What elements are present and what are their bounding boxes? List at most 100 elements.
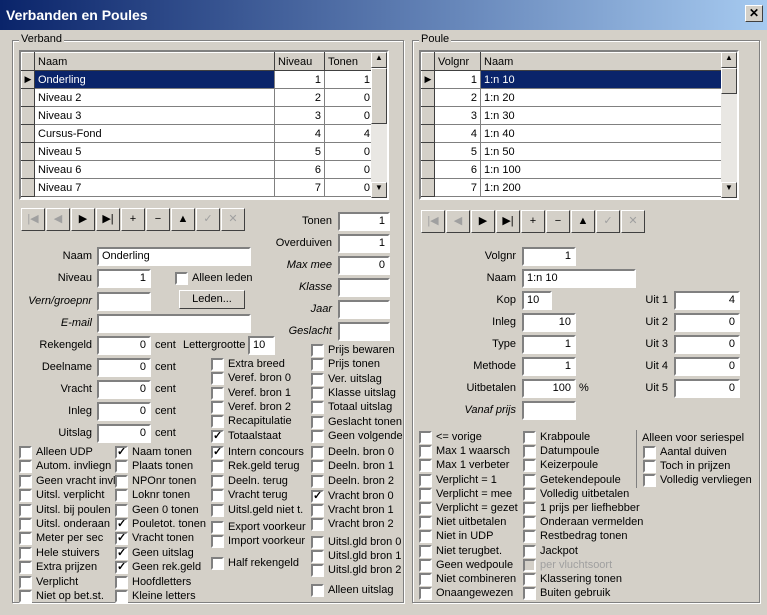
alleen-leden-checkbox[interactable]: Alleen leden [175, 272, 253, 286]
uit5-input[interactable]: 0 [674, 379, 740, 398]
checkbox-geen-uitslag[interactable]: ✓ Geen uitslag [115, 546, 194, 561]
cell-naam[interactable]: 1:n 10 [480, 70, 724, 89]
cell-niveau[interactable]: 5 [274, 142, 325, 161]
first-record-icon[interactable]: |◀ [21, 208, 45, 231]
checkbox-niet-op-bet-st[interactable]: Niet op bet.st. [19, 590, 104, 604]
checkbox-hele-stuivers[interactable]: Hele stuivers [19, 546, 100, 561]
overduiven-input[interactable]: 1 [338, 234, 390, 253]
checkbox-uitsl-gld-bron-0[interactable]: Uitsl.gld bron 0 [311, 536, 401, 550]
uit1-input[interactable]: 4 [674, 291, 740, 310]
checkbox-deeln-bron-1[interactable]: Deeln. bron 1 [311, 460, 394, 474]
checkbox-veref-bron-0[interactable]: Veref. bron 0 [211, 372, 291, 386]
verband-grid[interactable]: Naam Niveau Tonen ▶ Onderling 1 1 Niveau 220… [19, 50, 389, 200]
scroll-down-arrow-icon[interactable]: ▼ [371, 182, 387, 198]
checkbox-deeln-bron-2[interactable]: Deeln. bron 2 [311, 474, 394, 489]
checkbox-kleine-letters[interactable]: Kleine letters [115, 590, 196, 604]
verband-scrollbar[interactable]: ▲ ▼ [371, 52, 387, 198]
cell-tonen[interactable]: 0 [324, 160, 374, 179]
delete-record-icon[interactable]: − [546, 210, 570, 233]
checkbox-intern-concours[interactable]: ✓ Intern concours [211, 446, 304, 460]
cell-naam[interactable]: 1:n 40 [480, 124, 724, 143]
volgnr-input[interactable]: 1 [522, 247, 576, 266]
email-input[interactable] [97, 314, 251, 333]
uit2-input[interactable]: 0 [674, 313, 740, 332]
checkbox-geslacht-tonen[interactable]: Geslacht tonen [311, 415, 402, 430]
scroll-thumb[interactable] [371, 68, 387, 124]
checkbox-export-voorkeur[interactable]: Export voorkeur [211, 521, 306, 535]
col-header-tonen[interactable]: Tonen [324, 52, 374, 71]
uit4-input[interactable]: 0 [674, 357, 740, 376]
insert-record-icon[interactable]: + [121, 208, 145, 231]
cell-naam[interactable]: 1:n 20 [480, 88, 724, 107]
checkbox-vracht-terug[interactable]: Vracht terug [211, 489, 288, 503]
naam-input[interactable]: Onderling [97, 247, 251, 266]
cell-tonen[interactable]: 0 [324, 88, 374, 107]
prev-record-icon[interactable]: ◀ [46, 208, 70, 231]
cell-niveau[interactable]: 7 [274, 178, 325, 197]
checkbox-pouletot-tonen[interactable]: ✓ Pouletot. tonen [115, 518, 206, 532]
checkbox-autom-invliegn[interactable]: Autom. invliegn [19, 460, 111, 474]
cell-volgnr[interactable]: 4 [434, 124, 481, 143]
checkbox-rek-geld-terug[interactable]: Rek.geld terug [211, 460, 300, 474]
checkbox-vracht-bron-0[interactable]: ✓ Vracht bron 0 [311, 490, 394, 504]
cell-niveau[interactable]: 6 [274, 160, 325, 179]
cell-naam[interactable]: Niveau 5 [34, 142, 275, 161]
cell-tonen[interactable]: 1 [324, 70, 374, 89]
jaar-input[interactable] [338, 300, 390, 319]
cell-naam[interactable]: Niveau 7 [34, 178, 275, 197]
checkbox-naam-tonen[interactable]: ✓ Naam tonen [115, 446, 192, 460]
cell-naam[interactable]: Cursus-Fond [34, 124, 275, 143]
cell-tonen[interactable]: 0 [324, 106, 374, 125]
tonen-input[interactable]: 1 [338, 212, 390, 231]
cell-niveau[interactable]: 2 [274, 88, 325, 107]
checkbox-veref-bron-2[interactable]: Veref. bron 2 [211, 400, 291, 415]
deelname-input[interactable]: 0 [97, 358, 151, 377]
scroll-thumb[interactable] [721, 68, 737, 94]
checkbox-loknr-tonen[interactable]: Loknr tonen [115, 489, 190, 503]
checkbox-half-rekengeld[interactable]: Half rekengeld [211, 557, 299, 571]
checkbox-vracht-bron-1[interactable]: Vracht bron 1 [311, 504, 394, 518]
cell-volgnr[interactable]: 6 [434, 160, 481, 179]
cell-volgnr[interactable]: 3 [434, 106, 481, 125]
checkbox-deeln-terug[interactable]: Deeln. terug [211, 474, 288, 489]
poule-naam-input[interactable]: 1:n 10 [522, 269, 636, 288]
table-row[interactable]: 6 1:n 100 [421, 160, 724, 179]
table-row[interactable]: 2 1:n 20 [421, 88, 724, 107]
geslacht-input[interactable] [338, 322, 390, 341]
cell-naam[interactable]: 1:n 30 [480, 106, 724, 125]
col-header-volgnr[interactable]: Volgnr [434, 52, 481, 71]
first-record-icon[interactable]: |◀ [421, 210, 445, 233]
table-row[interactable]: 4 1:n 40 [421, 124, 724, 143]
table-row[interactable]: 5 1:n 50 [421, 142, 724, 161]
checkbox-uitsl-geld-niet-t[interactable]: Uitsl.geld niet t. [211, 503, 303, 518]
col-header-niveau[interactable]: Niveau [274, 52, 325, 71]
next-record-icon[interactable]: ▶ [71, 208, 95, 231]
cell-naam[interactable]: Niveau 6 [34, 160, 275, 179]
checkbox-geen-rek-geld[interactable]: ✓ Geen rek.geld [115, 561, 201, 575]
cell-naam[interactable]: 1:n 200 [480, 178, 724, 197]
cell-niveau[interactable]: 3 [274, 106, 325, 125]
table-row[interactable]: Niveau 770 [21, 178, 374, 197]
vracht-input[interactable]: 0 [97, 380, 151, 399]
col-header-naam[interactable]: Naam [34, 52, 275, 71]
insert-record-icon[interactable]: + [521, 210, 545, 233]
table-row[interactable]: Niveau 220 [21, 88, 374, 107]
checkbox-hoofdletters[interactable]: Hoofdletters [115, 575, 191, 590]
rekengeld-input[interactable]: 0 [97, 336, 151, 355]
last-record-icon[interactable]: ▶| [96, 208, 120, 231]
checkbox-ver-uitslag[interactable]: Ver. uitslag [311, 372, 382, 387]
checkbox-nponr-tonen[interactable]: NPOnr tonen [115, 474, 196, 489]
checkbox-uitsl-onderaan[interactable]: Uitsl. onderaan [19, 518, 110, 532]
close-button[interactable]: ✕ [745, 5, 763, 22]
verenr-input[interactable] [97, 292, 151, 311]
checkbox-totaal-uitslag[interactable]: Totaal uitslag [311, 401, 392, 415]
checkbox-extra-prijzen[interactable]: Extra prijzen [19, 561, 97, 575]
table-row[interactable]: Niveau 330 [21, 106, 374, 125]
checkbox-vracht-tonen[interactable]: ✓ Vracht tonen [115, 532, 194, 546]
cancel-edit-icon[interactable]: ✕ [621, 210, 645, 233]
checkbox-veref-bron-1[interactable]: Veref. bron 1 [211, 386, 291, 401]
checkbox-uitsl-bij-poulen[interactable]: Uitsl. bij poulen [19, 503, 111, 518]
checkbox-recapitulatie[interactable]: Recapitulatie [211, 415, 292, 429]
next-record-icon[interactable]: ▶ [471, 210, 495, 233]
table-row[interactable]: Cursus-Fond 4 4 [21, 124, 374, 143]
